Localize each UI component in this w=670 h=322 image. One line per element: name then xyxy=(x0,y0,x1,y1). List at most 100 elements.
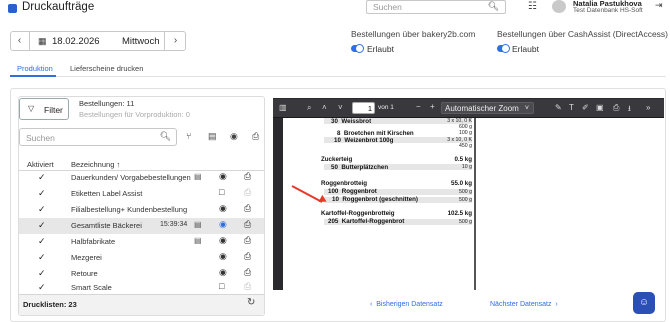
pdf-page-right xyxy=(476,118,664,290)
printer-icon[interactable]: ⎙ xyxy=(244,235,251,246)
row-label: Filialbestellung+ Kundenbestellung xyxy=(71,205,188,214)
previous-record-label: Bisherigen Datensatz xyxy=(376,301,443,308)
zoom-out-icon[interactable]: − xyxy=(416,102,421,111)
more-tools-icon[interactable]: » xyxy=(646,103,650,112)
search-icon[interactable]: ⌕ xyxy=(307,103,311,113)
eye-icon[interactable]: ◉ xyxy=(219,203,227,214)
row-timestamp: 15:39:34 xyxy=(160,221,188,228)
table-row[interactable]: ✓ Dauerkunden/ Vorgabebestellungen ▤ ◉ ⎙ xyxy=(19,170,264,186)
printer-icon[interactable]: ⎙ xyxy=(244,219,251,230)
previous-record-link[interactable]: ‹ Bisherigen Datensatz xyxy=(370,301,443,308)
check-icon[interactable]: ✓ xyxy=(38,220,46,231)
save-icon[interactable]: ⭳ xyxy=(628,103,631,117)
doc-group-title: Zuckerteig xyxy=(321,156,353,163)
table-row[interactable]: ✓ Filialbestellung+ Kundenbestellung ◉ ⎙ xyxy=(19,202,264,218)
table-row[interactable]: ✓ Etiketten Label Assist □ ⎙ xyxy=(19,186,264,202)
eye-icon[interactable]: ◉ xyxy=(219,251,227,262)
branch-icon[interactable]: ⑂ xyxy=(186,131,191,141)
eye-icon[interactable]: ◉ xyxy=(219,171,227,182)
printer-icon[interactable]: ⎙ xyxy=(244,267,251,278)
printer-icon[interactable]: ⎙ xyxy=(244,281,251,292)
check-icon[interactable]: ✓ xyxy=(38,188,46,199)
doc-group-total: 55.0 kg xyxy=(451,180,472,187)
text-icon[interactable]: T xyxy=(569,103,574,112)
print-icon[interactable]: ⎙ xyxy=(613,103,619,113)
doc-item: 100 Roggenbrot xyxy=(328,188,377,195)
apps-grid-icon[interactable]: ☷ xyxy=(528,1,537,12)
page-title: Druckaufträge xyxy=(22,1,95,13)
tab-produktion[interactable]: Produktion xyxy=(17,64,53,73)
image-icon[interactable]: ▣ xyxy=(596,103,604,112)
chat-assistant-icon[interactable]: ☺ xyxy=(633,292,655,314)
doc-item-highlighted: 10 Roggenbrot (geschnitten) xyxy=(332,196,418,203)
bakery2b-orders-toggle[interactable] xyxy=(351,44,364,53)
row-label: Halbfabrikate xyxy=(71,237,116,246)
column-header-active[interactable]: Aktiviert xyxy=(27,160,54,169)
printer-icon[interactable]: ⎙ xyxy=(244,251,251,262)
date-value[interactable]: 18.02.2026 xyxy=(52,36,100,47)
doc-item: 8 Broetchen mit Kirschen xyxy=(337,130,414,137)
print-list-search-input[interactable]: Suchen 🔍︎ xyxy=(19,128,177,146)
table-row-selected[interactable]: ✓ Gesamtliste Bäckerei 15:39:34 ▤ ◉ ⎙ xyxy=(19,218,264,234)
next-record-link[interactable]: Nächster Datensatz › xyxy=(490,301,558,308)
row-label: Retoure xyxy=(71,269,98,278)
doc-item-weight: 500 g xyxy=(459,197,472,203)
table-row[interactable]: ✓ Mezgerei ◉ ⎙ xyxy=(19,250,264,266)
settings-sheet-icon[interactable]: ▤ xyxy=(208,131,217,142)
tab-lieferscheine-drucken[interactable]: Lieferscheine drucken xyxy=(70,64,143,73)
document-icon[interactable]: □ xyxy=(219,281,224,291)
eye-icon[interactable]: ◉ xyxy=(219,219,227,230)
table-row[interactable]: ✓ Smart Scale □ ⎙ xyxy=(19,280,264,294)
logout-icon[interactable]: ⇥ xyxy=(655,0,663,11)
avatar[interactable] xyxy=(552,0,566,13)
pdf-page-left: 30 Weissbrot 3 x 10, 0 K 600 g 8 Broetch… xyxy=(283,118,474,290)
previous-day-button[interactable]: ‹ xyxy=(10,31,30,51)
doc-item: 205 Kartoffel-Roggenbrot xyxy=(328,218,405,225)
check-icon[interactable]: ✓ xyxy=(38,204,46,215)
check-icon[interactable]: ✓ xyxy=(38,282,46,293)
printer-icon[interactable]: ⎙ xyxy=(244,187,251,198)
orders-count: Bestellungen: 11 xyxy=(79,99,135,108)
zoom-in-icon[interactable]: + xyxy=(430,102,435,111)
weekday-label: Mittwoch xyxy=(122,36,160,47)
eye-icon[interactable]: ◉ xyxy=(230,131,238,142)
doc-group-title: Kartoffel-Roggenbrotteig xyxy=(321,210,395,217)
next-day-button[interactable]: › xyxy=(164,31,186,51)
draw-icon[interactable]: ✐ xyxy=(582,103,589,112)
chevron-down-icon[interactable]: ˅ xyxy=(338,103,343,112)
check-icon[interactable]: ✓ xyxy=(38,236,46,247)
sheet-icon[interactable]: ▤ xyxy=(194,172,202,181)
sheet-icon[interactable]: ▤ xyxy=(194,220,202,229)
doc-item-weight: 500 g xyxy=(459,219,472,225)
filter-button[interactable]: ▽ Filter xyxy=(19,98,69,120)
chevron-up-icon[interactable]: ˄ xyxy=(322,103,327,112)
check-icon[interactable]: ✓ xyxy=(38,172,46,183)
pdf-page-input[interactable]: 1 xyxy=(352,102,375,114)
search-icon[interactable]: 🔍︎ xyxy=(488,1,499,12)
doc-item-weight: 10 g xyxy=(461,164,472,170)
sheet-icon[interactable]: ▤ xyxy=(194,236,202,245)
doc-item: 50 Butterplätzchen xyxy=(331,164,389,171)
printer-icon[interactable]: ⎙ xyxy=(252,131,259,142)
printer-icon[interactable]: ⎙ xyxy=(244,203,251,214)
eye-icon[interactable]: ◉ xyxy=(219,267,227,278)
pdf-zoom-select[interactable]: Automatischer Zoom ˅ xyxy=(441,102,534,114)
doc-item-weight: 500 g xyxy=(459,189,472,195)
search-icon[interactable]: 🔍︎ xyxy=(160,131,171,142)
check-icon[interactable]: ✓ xyxy=(38,268,46,279)
refresh-icon[interactable]: ↻ xyxy=(247,297,255,308)
eye-icon[interactable]: ◉ xyxy=(219,235,227,246)
printer-icon[interactable]: ⎙ xyxy=(244,171,251,182)
calendar-icon[interactable]: ▦ xyxy=(38,36,47,47)
sidebar-toggle-icon[interactable]: ▥ xyxy=(279,103,287,112)
table-row[interactable]: ✓ Halbfabrikate ▤ ◉ ⎙ xyxy=(19,234,264,250)
check-icon[interactable]: ✓ xyxy=(38,252,46,263)
highlight-icon[interactable]: ✎ xyxy=(555,103,562,112)
document-icon[interactable]: □ xyxy=(219,187,224,197)
footer-divider xyxy=(19,294,264,295)
column-header-name[interactable]: Bezeichnung ↑ xyxy=(71,160,120,169)
row-label: Dauerkunden/ Vorgabebestellungen xyxy=(71,173,191,182)
row-label: Smart Scale xyxy=(71,283,112,292)
cashassist-orders-toggle[interactable] xyxy=(497,44,510,53)
global-search-input[interactable]: Suchen 🔍︎ xyxy=(366,0,506,14)
